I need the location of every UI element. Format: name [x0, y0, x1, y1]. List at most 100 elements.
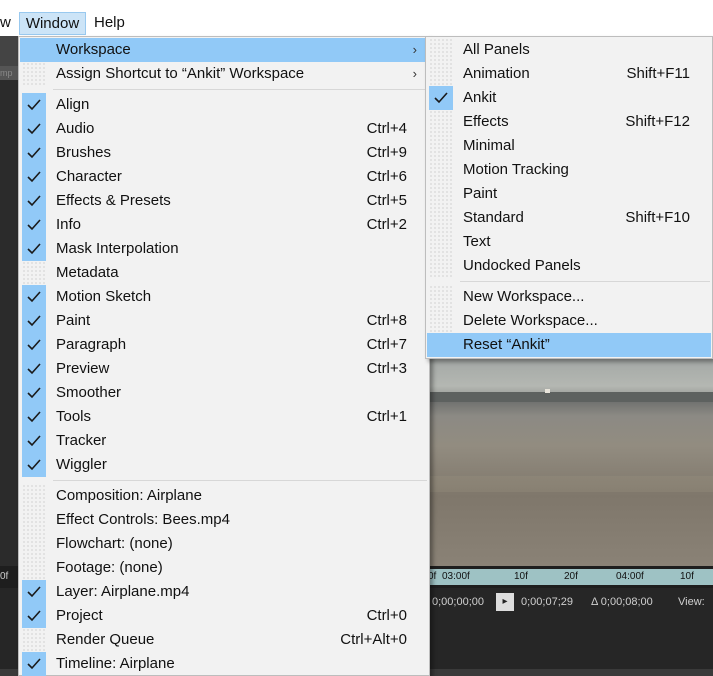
menubar-item-window[interactable]: Window: [19, 12, 86, 35]
menu-item-animation[interactable]: Animation Shift+F11: [427, 62, 711, 86]
menu-item-character[interactable]: Character Ctrl+6: [20, 165, 428, 189]
checkmark-icon: [27, 99, 41, 111]
menu-item-label: Smoother: [56, 384, 122, 401]
chevron-right-icon: ›: [412, 42, 417, 57]
menu-item-shortcut: Ctrl+5: [366, 192, 407, 209]
time-ruler[interactable]: 0f 03:00f 10f 20f 04:00f 10f: [428, 569, 713, 585]
menu-item-label: Info: [56, 216, 82, 233]
menu-item-flowchart-none[interactable]: Flowchart: (none): [20, 532, 428, 556]
menu-item-label: Motion Tracking: [463, 161, 569, 178]
menu-item-footage-none[interactable]: Footage: (none): [20, 556, 428, 580]
menu-item-minimal[interactable]: Minimal: [427, 134, 711, 158]
menu-gutter: [429, 230, 453, 254]
checkmark-icon: [27, 411, 41, 423]
menu-item-smoother[interactable]: Smoother: [20, 381, 428, 405]
menu-item-reset-ankit[interactable]: Reset “Ankit”: [427, 333, 711, 357]
menubar-item-help[interactable]: Help: [94, 12, 134, 35]
menu-item-composition-airplane[interactable]: Composition: Airplane: [20, 484, 428, 508]
menu-item-shortcut: Ctrl+4: [366, 120, 407, 137]
menu-item-metadata[interactable]: Metadata: [20, 261, 428, 285]
menu-item-audio[interactable]: Audio Ctrl+4: [20, 117, 428, 141]
menu-item-all-panels[interactable]: All Panels: [427, 38, 711, 62]
menu-item-shortcut: Ctrl+6: [366, 168, 407, 185]
menu-item-effects-presets[interactable]: Effects & Presets Ctrl+5: [20, 189, 428, 213]
menu-item-label: Metadata: [56, 264, 119, 281]
menu-item-label: Motion Sketch: [56, 288, 152, 305]
timecode-current[interactable]: 0;00;07;29: [521, 596, 573, 608]
menu-item-project[interactable]: Project Ctrl+0: [20, 604, 428, 628]
menu-item-paint[interactable]: Paint: [427, 182, 711, 206]
check-indicator: [22, 604, 46, 628]
menu-item-label: Paint: [56, 312, 91, 329]
composition-viewer-frame: [430, 356, 713, 566]
menu-item-label: Effects & Presets: [56, 192, 171, 209]
menu-item-label: Workspace: [56, 41, 131, 58]
menu-item-motion-sketch[interactable]: Motion Sketch: [20, 285, 428, 309]
menu-item-delete-workspace[interactable]: Delete Workspace...: [427, 309, 711, 333]
menu-gutter: [22, 532, 46, 556]
menu-item-shortcut: Ctrl+0: [366, 607, 407, 624]
menu-gutter: [22, 62, 46, 86]
menu-item-preview[interactable]: Preview Ctrl+3: [20, 357, 428, 381]
check-indicator: [22, 141, 46, 165]
menu-item-new-workspace[interactable]: New Workspace...: [427, 285, 711, 309]
menu-item-label: Paragraph: [56, 336, 127, 353]
timecode-toggle-button[interactable]: ▸: [496, 593, 514, 611]
menu-item-label: Effect Controls: Bees.mp4: [56, 511, 230, 528]
menu-gutter: [429, 62, 453, 86]
menu-item-label: Composition: Airplane: [56, 487, 202, 504]
menu-item-label: Mask Interpolation: [56, 240, 179, 257]
menu-item-label: Tools: [56, 408, 92, 425]
menu-item-align[interactable]: Align: [20, 93, 428, 117]
checkmark-icon: [27, 459, 41, 471]
menu-item-timeline-airplane[interactable]: Timeline: Airplane: [20, 652, 428, 676]
menu-item-shortcut: Ctrl+Alt+0: [340, 631, 407, 648]
menu-gutter: [429, 285, 453, 309]
menu-separator: [53, 89, 427, 90]
panel-header: [0, 36, 18, 66]
menu-gutter: [429, 182, 453, 206]
menu-item-info[interactable]: Info Ctrl+2: [20, 213, 428, 237]
checkmark-icon: [27, 658, 41, 670]
menu-item-standard[interactable]: Standard Shift+F10: [427, 206, 711, 230]
checkmark-icon: [27, 171, 41, 183]
menu-item-paragraph[interactable]: Paragraph Ctrl+7: [20, 333, 428, 357]
menu-item-brushes[interactable]: Brushes Ctrl+9: [20, 141, 428, 165]
menu-item-effect-controls-bees-mp4[interactable]: Effect Controls: Bees.mp4: [20, 508, 428, 532]
menu-item-label: Audio: [56, 120, 95, 137]
check-indicator: [22, 117, 46, 141]
ground-texture: [430, 476, 713, 492]
menu-item-undocked-panels[interactable]: Undocked Panels: [427, 254, 711, 278]
check-indicator: [22, 453, 46, 477]
timecode-start: 0;00;00;00: [432, 596, 484, 608]
menu-item-paint[interactable]: Paint Ctrl+8: [20, 309, 428, 333]
menu-item-layer-airplane-mp4[interactable]: Layer: Airplane.mp4: [20, 580, 428, 604]
menu-gutter: [429, 110, 453, 134]
menu-item-text[interactable]: Text: [427, 230, 711, 254]
menu-item-wiggler[interactable]: Wiggler: [20, 453, 428, 477]
menu-item-assign-shortcut-to-ankit-workspace[interactable]: Assign Shortcut to “Ankit” Workspace ›: [20, 62, 428, 86]
menu-item-motion-tracking[interactable]: Motion Tracking: [427, 158, 711, 182]
menu-item-label: Minimal: [463, 137, 515, 154]
menu-item-ankit[interactable]: Ankit: [427, 86, 711, 110]
menubar-item-view-partial[interactable]: w: [0, 12, 16, 35]
checkmark-icon: [27, 435, 41, 447]
check-indicator: [22, 165, 46, 189]
menu-item-render-queue[interactable]: Render Queue Ctrl+Alt+0: [20, 628, 428, 652]
ruler-tick-label: 10f: [680, 571, 694, 582]
menu-item-label: Preview: [56, 360, 110, 377]
menu-item-workspace[interactable]: Workspace ›: [20, 38, 428, 62]
menu-item-label: Footage: (none): [56, 559, 163, 576]
menu-item-shortcut: Ctrl+7: [366, 336, 407, 353]
checkmark-icon: [27, 147, 41, 159]
checkmark-icon: [27, 291, 41, 303]
menu-item-mask-interpolation[interactable]: Mask Interpolation: [20, 237, 428, 261]
menu-item-effects[interactable]: Effects Shift+F12: [427, 110, 711, 134]
ruler-tick-label: 03:00f: [442, 571, 470, 582]
check-indicator: [22, 405, 46, 429]
menu-item-tracker[interactable]: Tracker: [20, 429, 428, 453]
check-indicator: [22, 357, 46, 381]
menu-gutter: [22, 484, 46, 508]
menu-item-label: All Panels: [463, 41, 530, 58]
menu-item-tools[interactable]: Tools Ctrl+1: [20, 405, 428, 429]
